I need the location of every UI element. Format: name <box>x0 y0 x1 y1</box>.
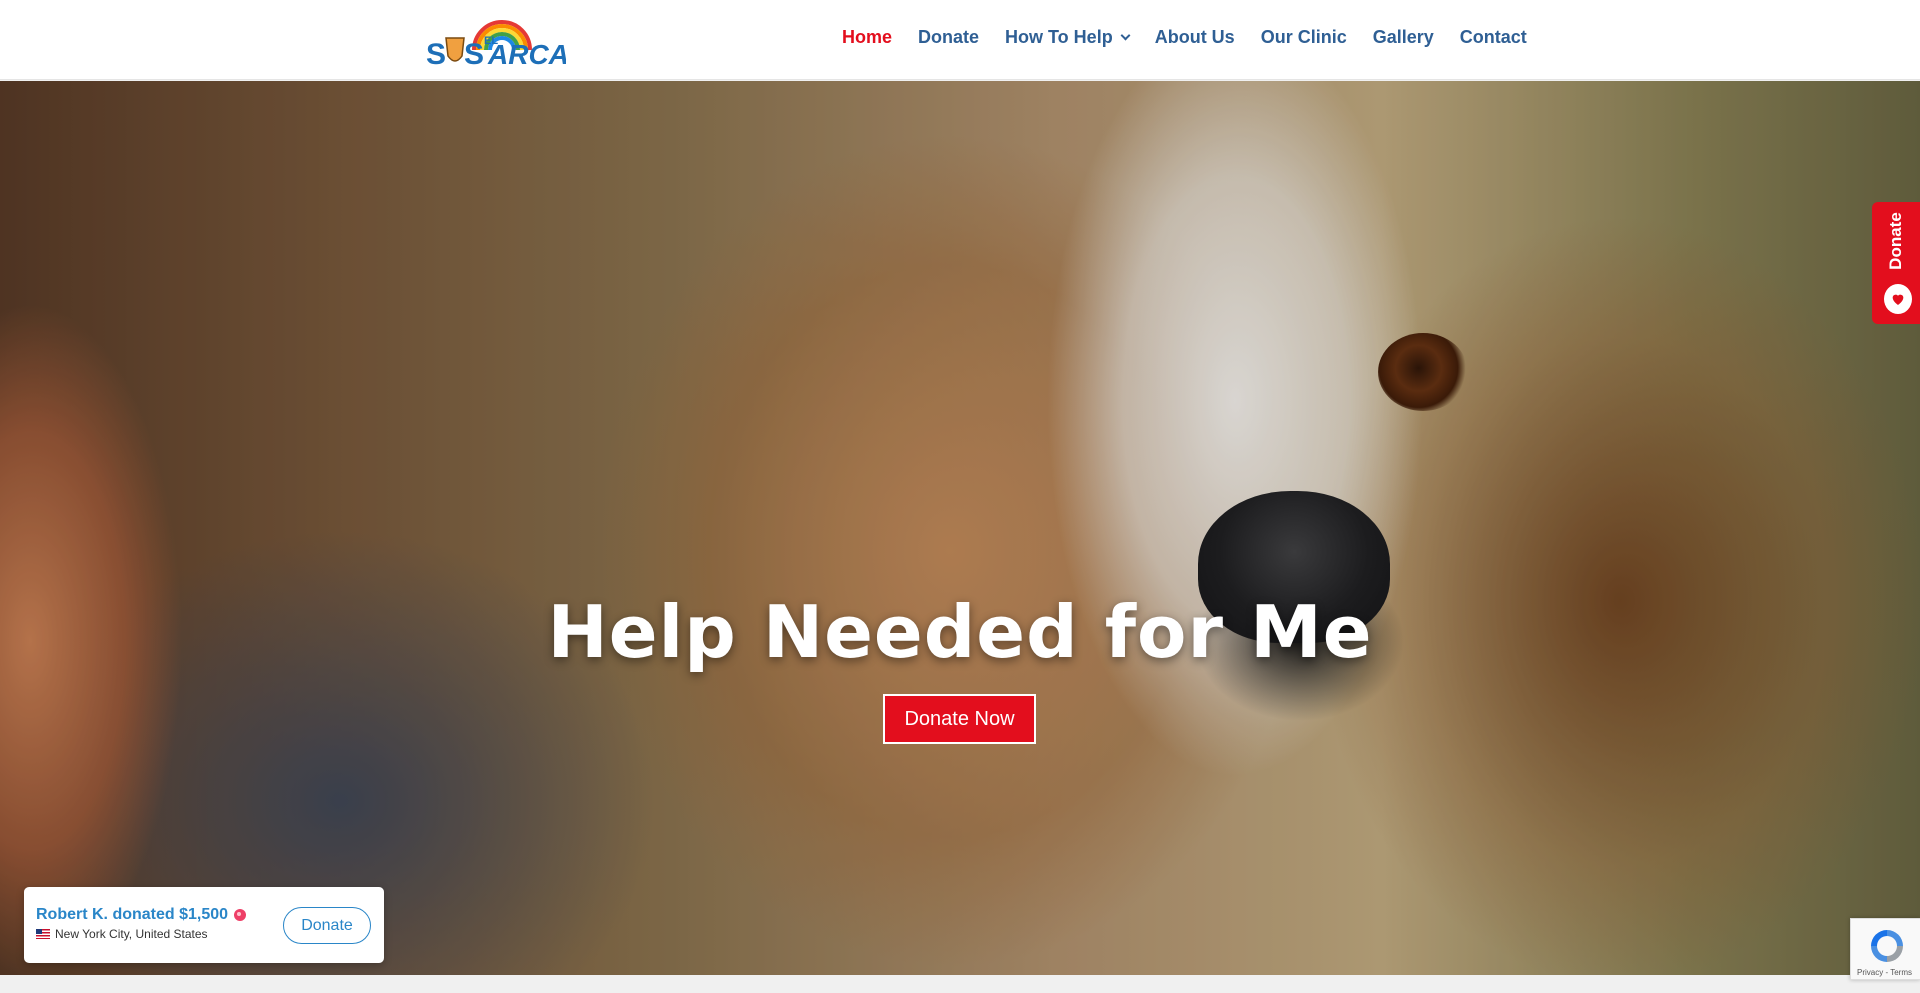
sos-el-arca-logo[interactable]: S S EL ARCA <box>424 4 566 76</box>
nav-item-home[interactable]: Home <box>842 27 892 48</box>
nav-label: About Us <box>1154 27 1235 47</box>
nav-item-contact[interactable]: Contact <box>1460 27 1527 48</box>
donation-notification: Robert K. donated $1,500 New York City, … <box>24 887 384 963</box>
nav-label: Contact <box>1459 27 1527 47</box>
nav-item-donate[interactable]: Donate <box>918 27 979 48</box>
hero-title: Help Needed for Me <box>547 590 1373 674</box>
nav-label: Home <box>842 27 893 47</box>
recaptcha-badge[interactable]: Privacy - Terms <box>1850 918 1920 980</box>
site-header: S S EL ARCA Home Donate How To Help Abou… <box>0 0 1920 80</box>
hero-image-dog-eye <box>1378 333 1468 411</box>
toast-location-row: New York City, United States <box>36 927 208 941</box>
toast-location: New York City, United States <box>55 927 208 941</box>
recaptcha-privacy-link[interactable]: Privacy <box>1857 968 1883 977</box>
donate-now-button[interactable]: Donate Now <box>883 694 1036 744</box>
side-tab-label-wrap: Donate <box>1872 202 1920 280</box>
side-tab-label: Donate <box>1886 212 1905 270</box>
side-donate-tab[interactable]: Donate <box>1872 202 1920 324</box>
recaptcha-icon <box>1871 930 1903 962</box>
nav-item-how-to-help[interactable]: How To Help <box>1005 27 1131 48</box>
nav-label: Donate <box>918 27 980 47</box>
heart-icon <box>1884 284 1912 314</box>
nav-label: Gallery <box>1372 27 1434 47</box>
chevron-down-icon <box>1120 30 1131 41</box>
svg-text:S: S <box>464 38 484 71</box>
recaptcha-links: Privacy - Terms <box>1857 968 1912 977</box>
hero-banner <box>0 81 1920 975</box>
nav-label: Our Clinic <box>1260 27 1347 47</box>
main-nav: Home Donate How To Help About Us Our Cli… <box>842 27 1527 48</box>
toast-donate-button[interactable]: Donate <box>283 907 371 944</box>
toast-title-row: Robert K. donated $1,500 <box>36 906 247 924</box>
nav-item-gallery[interactable]: Gallery <box>1373 27 1434 48</box>
logo-graphic: S S EL ARCA <box>426 20 566 71</box>
svg-text:ARCA: ARCA <box>487 39 566 70</box>
svg-text:S: S <box>426 38 446 71</box>
nav-item-our-clinic[interactable]: Our Clinic <box>1261 27 1347 48</box>
heart-icon <box>234 909 247 921</box>
nav-label: How To Help <box>1005 27 1113 47</box>
recaptcha-terms-link[interactable]: Terms <box>1890 968 1912 977</box>
toast-message: Robert K. donated $1,500 <box>36 906 229 923</box>
us-flag-icon <box>36 929 50 939</box>
nav-item-about-us[interactable]: About Us <box>1155 27 1235 48</box>
